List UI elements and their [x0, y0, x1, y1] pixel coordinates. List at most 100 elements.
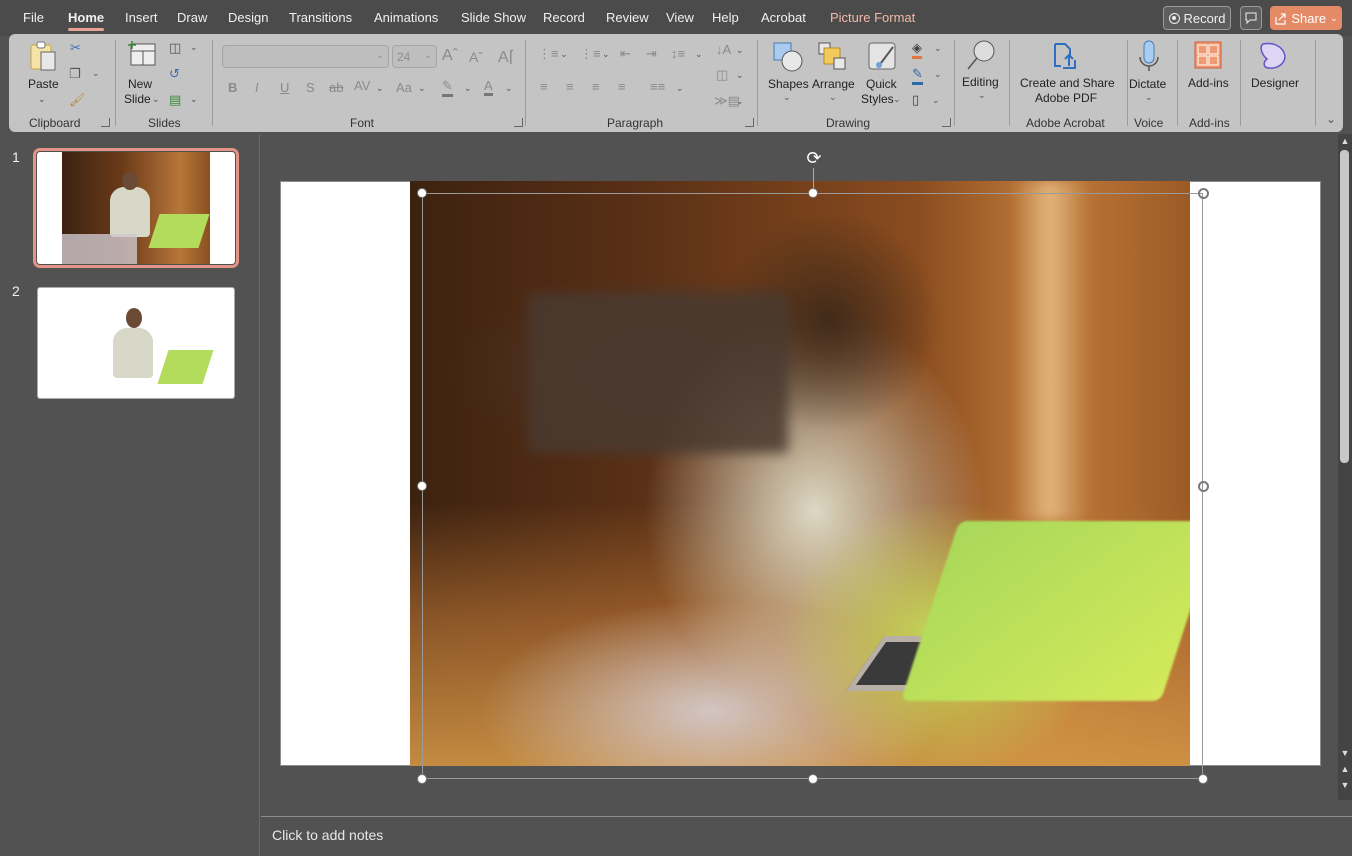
divider: [757, 40, 758, 126]
chevron-down-icon[interactable]: ⌄: [560, 49, 568, 60]
scroll-up-icon[interactable]: ▲: [1338, 136, 1352, 146]
dialog-launcher-icon[interactable]: [101, 118, 110, 127]
notes-placeholder[interactable]: Click to add notes: [272, 827, 383, 843]
cut-icon[interactable]: ✂: [70, 40, 81, 56]
justify-icon[interactable]: ≡: [618, 79, 626, 94]
align-left-icon[interactable]: ≡: [540, 79, 548, 94]
chevron-down-icon[interactable]: ⌄: [190, 94, 198, 105]
tab-animations[interactable]: Animations: [374, 10, 438, 25]
tab-transitions[interactable]: Transitions: [289, 10, 352, 25]
rotate-handle-icon[interactable]: ⟳: [804, 148, 824, 168]
tab-slide-show[interactable]: Slide Show: [461, 10, 526, 25]
change-case-button[interactable]: Aa: [396, 80, 412, 95]
font-color-icon[interactable]: A: [484, 78, 493, 96]
resize-handle-top-left[interactable]: [417, 188, 427, 198]
share-button[interactable]: Share ⌄: [1270, 6, 1342, 30]
align-right-icon[interactable]: ≡: [592, 79, 600, 94]
scrollbar-thumb[interactable]: [1340, 150, 1349, 463]
chevron-down-icon[interactable]: ⌄: [190, 42, 198, 53]
dialog-launcher-icon[interactable]: [514, 118, 523, 127]
decrease-font-size-icon[interactable]: Aˇ: [469, 49, 483, 65]
selected-picture[interactable]: [410, 181, 1190, 766]
numbering-icon[interactable]: ⋮≡: [580, 46, 601, 62]
chevron-down-icon[interactable]: ⌄: [505, 83, 513, 94]
character-spacing-button[interactable]: AV: [354, 78, 370, 93]
laptop-lid: [900, 521, 1190, 701]
comments-button[interactable]: [1240, 6, 1262, 30]
chevron-down-icon[interactable]: ⌄: [602, 49, 610, 60]
tab-view[interactable]: View: [666, 10, 694, 25]
chevron-down-icon: ⌄: [829, 92, 837, 102]
scroll-down-icon[interactable]: ▼: [1338, 748, 1352, 758]
divider: [1240, 40, 1241, 126]
bullets-icon[interactable]: ⋮≡: [538, 46, 559, 62]
clear-formatting-icon[interactable]: A⌈: [498, 47, 515, 67]
dialog-launcher-icon[interactable]: [942, 118, 951, 127]
resize-handle-top[interactable]: [808, 188, 818, 198]
tab-acrobat[interactable]: Acrobat: [761, 10, 806, 25]
next-slide-icon[interactable]: ▼: [1338, 780, 1352, 790]
dialog-launcher-icon[interactable]: [745, 118, 754, 127]
chevron-down-icon[interactable]: ⌄: [934, 69, 942, 80]
ribbon-collapse-icon[interactable]: ⌄: [1326, 112, 1336, 126]
shape-effects-icon[interactable]: ▯: [912, 92, 919, 108]
tab-home[interactable]: Home: [68, 10, 105, 31]
new-slide-label-2: Slide: [124, 92, 151, 106]
notes-pane[interactable]: Click to add notes: [261, 816, 1352, 856]
strikethrough-button[interactable]: ab: [329, 80, 343, 95]
resize-handle-bottom-left[interactable]: [417, 774, 427, 784]
align-center-icon[interactable]: ≡: [566, 79, 574, 94]
shape-outline-icon[interactable]: ✎: [912, 66, 923, 85]
format-painter-icon[interactable]: 🖌: [69, 92, 86, 108]
font-name-dropdown[interactable]: ⌄: [222, 45, 389, 68]
copy-icon[interactable]: ❐: [69, 66, 81, 82]
tab-design[interactable]: Design: [228, 10, 268, 25]
tab-picture-format[interactable]: Picture Format: [830, 10, 915, 25]
chevron-down-icon[interactable]: ⌄: [932, 95, 940, 106]
bold-button[interactable]: B: [228, 80, 237, 95]
previous-slide-icon[interactable]: ▲: [1338, 764, 1352, 774]
line-spacing-icon[interactable]: ↕≡: [671, 46, 685, 61]
columns-icon[interactable]: ≡≡: [650, 79, 665, 94]
chevron-down-icon[interactable]: ⌄: [676, 83, 684, 94]
tab-insert[interactable]: Insert: [125, 10, 158, 25]
decrease-indent-icon[interactable]: ⇤: [620, 46, 631, 62]
slide-thumbnail-1[interactable]: [33, 148, 239, 268]
slide-thumbnail-2[interactable]: [37, 287, 235, 399]
shadow-button[interactable]: S: [306, 80, 315, 95]
section-icon[interactable]: ▤: [169, 92, 181, 108]
text-direction-icon[interactable]: ↓A: [716, 42, 731, 57]
tab-review[interactable]: Review: [606, 10, 649, 25]
chevron-down-icon[interactable]: ⌄: [464, 83, 472, 94]
chevron-down-icon[interactable]: ⌄: [92, 68, 100, 79]
chevron-down-icon[interactable]: ⌄: [934, 43, 942, 54]
underline-button[interactable]: U: [280, 80, 289, 95]
chevron-down-icon[interactable]: ⌄: [736, 96, 744, 107]
tab-help[interactable]: Help: [712, 10, 739, 25]
tab-record[interactable]: Record: [543, 10, 585, 25]
increase-indent-icon[interactable]: ⇥: [646, 46, 657, 62]
layout-icon[interactable]: ◫: [169, 40, 181, 56]
resize-handle-right[interactable]: [1198, 481, 1209, 492]
chevron-down-icon[interactable]: ⌄: [695, 49, 703, 60]
reset-slide-icon[interactable]: ↺: [169, 66, 180, 82]
resize-handle-left[interactable]: [417, 481, 427, 491]
tab-draw[interactable]: Draw: [177, 10, 207, 25]
resize-handle-top-right[interactable]: [1198, 188, 1209, 199]
chevron-down-icon[interactable]: ⌄: [376, 83, 384, 94]
highlight-color-icon[interactable]: ✎: [442, 78, 453, 97]
font-size-dropdown[interactable]: 24 ⌄: [392, 45, 437, 68]
resize-handle-bottom[interactable]: [808, 774, 818, 784]
chevron-down-icon[interactable]: ⌄: [418, 83, 426, 94]
record-button[interactable]: Record: [1163, 6, 1231, 30]
chevron-down-icon[interactable]: ⌄: [736, 45, 744, 56]
italic-button[interactable]: I: [255, 80, 259, 95]
shape-fill-icon[interactable]: ◈: [912, 40, 922, 59]
vertical-scrollbar[interactable]: ▲ ▼ ▲ ▼: [1338, 134, 1352, 800]
increase-font-size-icon[interactable]: Aˆ: [442, 47, 458, 65]
tab-file[interactable]: File: [23, 10, 44, 25]
align-text-icon[interactable]: ◫: [716, 67, 728, 83]
resize-handle-bottom-right[interactable]: [1198, 774, 1208, 784]
chevron-down-icon[interactable]: ⌄: [736, 70, 744, 81]
chevron-down-icon: ⌄: [893, 94, 901, 104]
